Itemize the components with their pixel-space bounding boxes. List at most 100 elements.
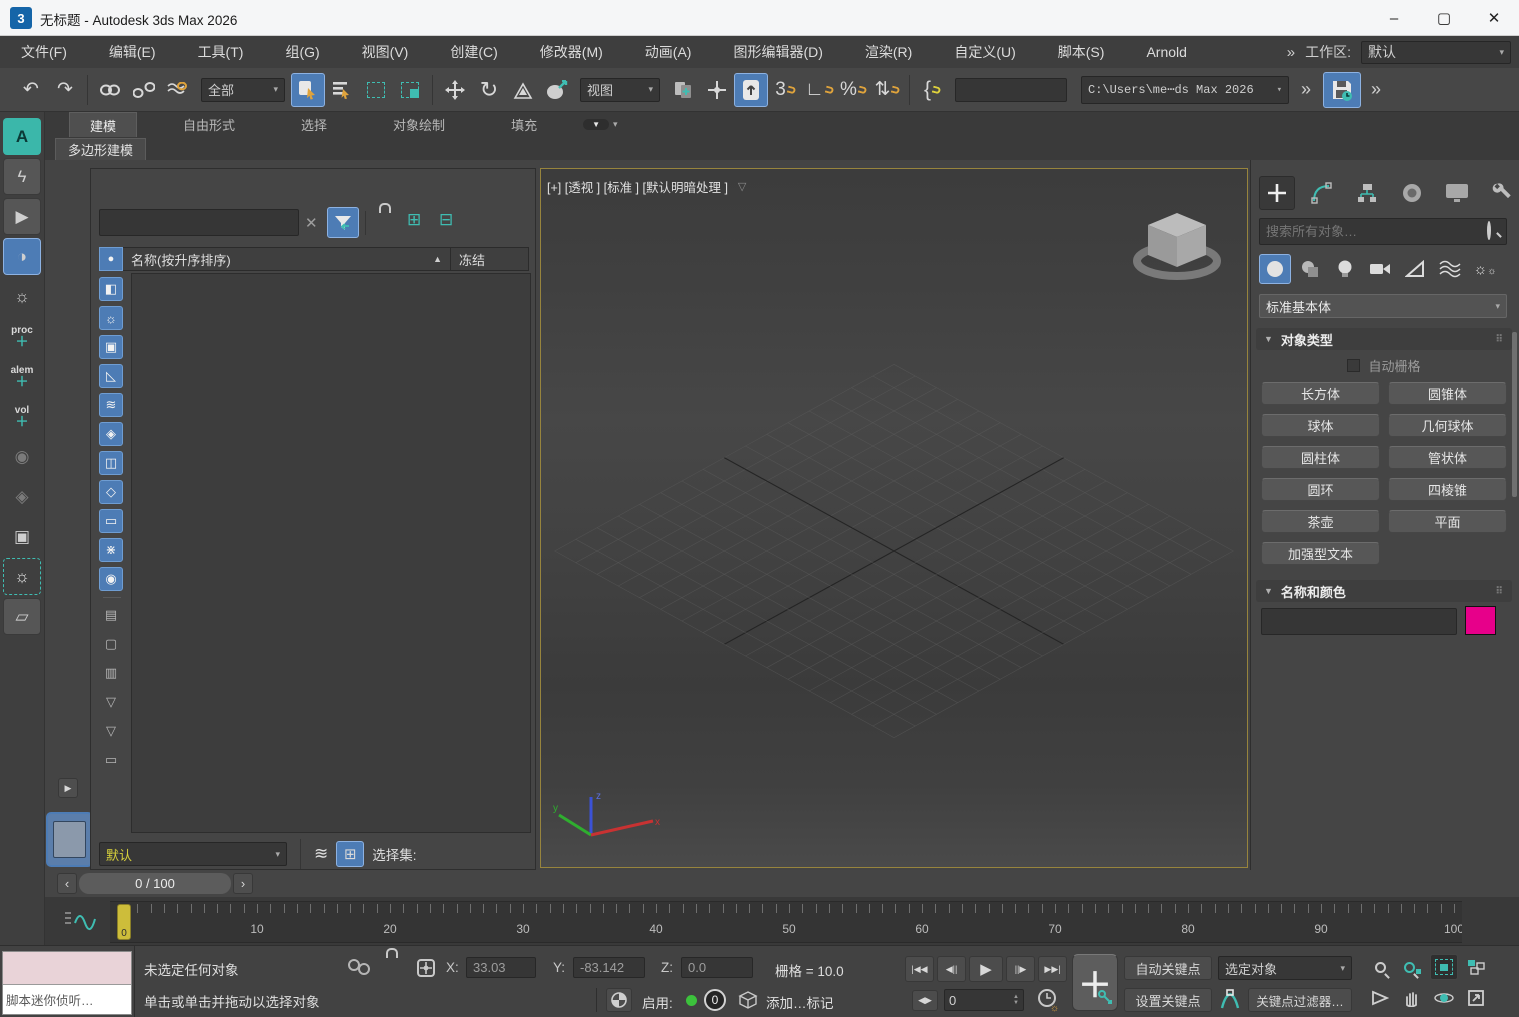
- adaptive-degradation-icon[interactable]: [606, 988, 632, 1012]
- window-layout-button[interactable]: ▱: [3, 598, 41, 635]
- key-mode-toggle[interactable]: ◀▶: [912, 990, 938, 1011]
- arnold-render-button[interactable]: ϟ: [3, 158, 41, 195]
- show-cameras-toggle[interactable]: ▣: [99, 335, 123, 359]
- viewcube[interactable]: [1130, 197, 1225, 301]
- listener-macro-pane[interactable]: [3, 952, 131, 985]
- ribbon-tab-freeform[interactable]: 自由形式: [163, 112, 255, 137]
- menu-create[interactable]: 创建(C): [429, 36, 518, 68]
- isolate-selection-toggle[interactable]: [346, 956, 372, 978]
- time-slider-ruler[interactable]: 102030405060708090100 0: [110, 901, 1462, 943]
- category-geometry[interactable]: [1259, 254, 1291, 284]
- select-manipulate-button[interactable]: [700, 73, 734, 107]
- column-freeze-header[interactable]: 冻结: [451, 247, 529, 271]
- tube-button[interactable]: 管状体: [1388, 446, 1507, 469]
- select-rotate-button[interactable]: ↻: [472, 73, 506, 107]
- previous-frame-button[interactable]: ‹: [57, 873, 77, 894]
- percent-snap-toggle[interactable]: %: [836, 73, 870, 107]
- torus-button[interactable]: 圆环: [1261, 478, 1380, 501]
- time-tag-cube-icon[interactable]: [738, 990, 758, 1010]
- expand-hierarchy-icon[interactable]: ⊞: [407, 210, 421, 230]
- show-lights-toggle[interactable]: ☼: [99, 306, 123, 330]
- previous-frame-button[interactable]: ◀||: [937, 956, 966, 982]
- object-color-swatch[interactable]: [1465, 606, 1496, 635]
- autobackup-save-icon[interactable]: [1323, 72, 1361, 108]
- select-place-button[interactable]: [540, 73, 574, 107]
- time-slider-handle[interactable]: 0: [117, 904, 131, 940]
- reference-coordinate-dropdown[interactable]: 视图 ▾: [580, 78, 660, 102]
- ribbon-tab-object-paint[interactable]: 对象绘制: [373, 112, 465, 137]
- zoom-extents-all-icon[interactable]: [1462, 954, 1490, 980]
- select-move-button[interactable]: [438, 73, 472, 107]
- category-cameras[interactable]: [1364, 254, 1396, 284]
- selection-set-dropdown[interactable]: 选定对象 ▾: [1218, 956, 1352, 980]
- plane-button[interactable]: 平面: [1388, 510, 1507, 533]
- property-view-button[interactable]: ▥: [99, 661, 123, 685]
- menu-file[interactable]: 文件(F): [0, 36, 88, 68]
- edit-named-selection-sets-button[interactable]: {: [915, 73, 949, 107]
- menu-edit[interactable]: 编辑(E): [88, 36, 177, 68]
- text-plus-button[interactable]: 加强型文本: [1261, 542, 1380, 565]
- link-icon[interactable]: [93, 73, 127, 107]
- viewport-label[interactable]: [+] [透视 ] [标准 ] [默认明暗处理 ]: [547, 177, 728, 196]
- time-configuration-button[interactable]: ☼: [1036, 988, 1060, 1012]
- create-procedural-button[interactable]: proc＋: [3, 318, 41, 355]
- go-to-start-button[interactable]: |◀◀: [905, 956, 934, 982]
- add-time-tag[interactable]: 添加…标记: [766, 992, 834, 1012]
- autogrid-checkbox[interactable]: [1347, 359, 1360, 372]
- listener-script-pane[interactable]: 脚本迷你侦听…: [3, 985, 131, 1013]
- new-key-icon[interactable]: [1218, 988, 1244, 1012]
- minimize-button[interactable]: –: [1369, 0, 1419, 36]
- subcategory-dropdown[interactable]: 标准基本体 ▾: [1259, 294, 1507, 318]
- column-name-header[interactable]: 名称(按升序排序) ▲: [123, 247, 451, 271]
- selection-filter-dropdown[interactable]: 全部 ▾: [201, 78, 285, 102]
- snap-toggle-3d[interactable]: 3: [768, 73, 802, 107]
- menu-arnold[interactable]: Arnold: [1125, 36, 1207, 68]
- play-button[interactable]: ▶: [969, 956, 1003, 982]
- maximize-viewport-toggle[interactable]: [1462, 985, 1490, 1011]
- create-alembic-button[interactable]: alem＋: [3, 358, 41, 395]
- show-particles-toggle[interactable]: ⋇: [99, 538, 123, 562]
- layers-icon[interactable]: ≋: [314, 844, 328, 864]
- menu-graph-editors[interactable]: 图形编辑器(D): [712, 36, 843, 68]
- show-hidden-toggle[interactable]: ◉: [99, 567, 123, 591]
- use-pivot-center-button[interactable]: [666, 73, 700, 107]
- show-containers-toggle[interactable]: ▭: [99, 509, 123, 533]
- tab-modify[interactable]: [1304, 176, 1340, 210]
- select-scale-button[interactable]: [506, 73, 540, 107]
- category-lights[interactable]: [1329, 254, 1361, 284]
- absolute-mode-transform-icon[interactable]: [414, 956, 438, 980]
- angle-snap-toggle[interactable]: ∟: [802, 73, 836, 107]
- cone-button[interactable]: 圆锥体: [1388, 382, 1507, 405]
- undo-button[interactable]: ↶: [14, 73, 48, 107]
- panel-scrollbar[interactable]: [1512, 332, 1517, 497]
- arnold-window-button[interactable]: A: [3, 118, 41, 155]
- viewport-filter-icon[interactable]: ▽: [738, 180, 746, 193]
- create-volume-button[interactable]: vol＋: [3, 398, 41, 435]
- scene-explorer-search-input[interactable]: [99, 209, 299, 236]
- object-type-rollout-header[interactable]: ▼ 对象类型 ⠿: [1256, 328, 1512, 350]
- clear-search-icon[interactable]: ✕: [305, 214, 318, 232]
- show-bones-toggle[interactable]: ◇: [99, 480, 123, 504]
- name-color-rollout-header[interactable]: ▼ 名称和颜色 ⠿: [1256, 580, 1512, 602]
- menubar-overflow-icon[interactable]: »: [1287, 44, 1295, 61]
- cylinder-button[interactable]: 圆柱体: [1261, 446, 1380, 469]
- viewport-layout-thumbnail[interactable]: [46, 812, 93, 867]
- show-spacewarps-toggle[interactable]: ≋: [99, 393, 123, 417]
- maxscript-mini-listener[interactable]: 脚本迷你侦听…: [2, 951, 132, 1015]
- z-coordinate-field[interactable]: 0.0: [681, 957, 753, 978]
- menu-rendering[interactable]: 渲染(R): [844, 36, 933, 68]
- ribbon-tab-populate[interactable]: 填充: [491, 112, 557, 137]
- sphere-button[interactable]: 球体: [1261, 414, 1380, 437]
- close-button[interactable]: ✕: [1469, 0, 1519, 36]
- auto-key-button[interactable]: 自动关键点: [1124, 956, 1212, 980]
- category-systems[interactable]: ☼☼: [1469, 254, 1501, 284]
- expand-panel-button[interactable]: ▶: [58, 778, 78, 798]
- collapse-hierarchy-icon[interactable]: ⊟: [439, 210, 453, 230]
- named-selection-set-input[interactable]: [955, 78, 1067, 102]
- orbit-icon[interactable]: [1430, 985, 1458, 1011]
- unlink-icon[interactable]: [127, 73, 161, 107]
- ribbon-tab-selection[interactable]: 选择: [281, 112, 347, 137]
- toolbar-overflow-icon[interactable]: »: [1301, 79, 1311, 100]
- set-keys-button[interactable]: ＋: [1072, 954, 1118, 1011]
- maximize-button[interactable]: ▢: [1419, 0, 1469, 36]
